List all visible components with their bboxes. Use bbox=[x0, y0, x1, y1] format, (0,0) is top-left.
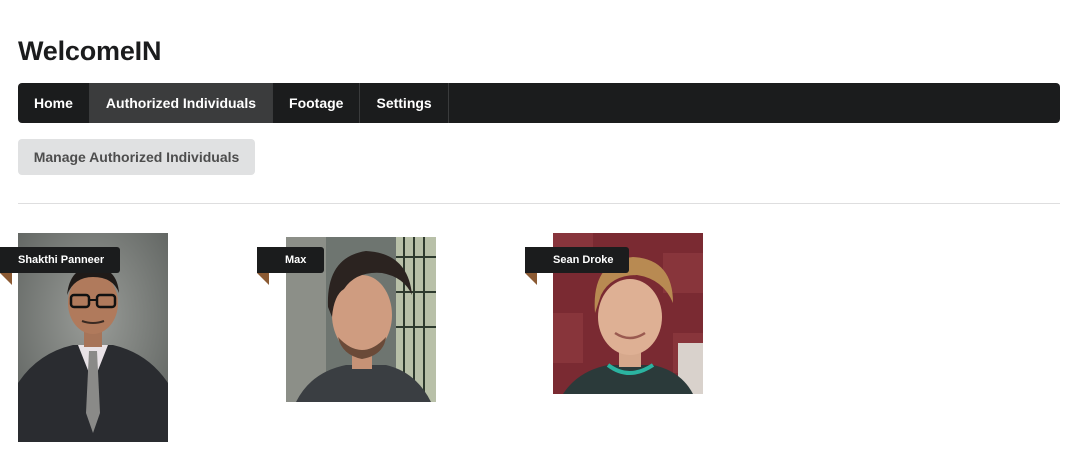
nav-item-authorized-individuals[interactable]: Authorized Individuals bbox=[89, 83, 274, 123]
ribbon-fold bbox=[0, 273, 12, 285]
manage-authorized-individuals-button[interactable]: Manage Authorized Individuals bbox=[18, 139, 255, 175]
nav-item-settings[interactable]: Settings bbox=[360, 83, 449, 123]
individual-name-label: Sean Droke bbox=[525, 247, 629, 273]
individual-name-label: Shakthi Panneer bbox=[0, 247, 120, 273]
main-navbar: Home Authorized Individuals Footage Sett… bbox=[18, 83, 1060, 123]
individual-name: Shakthi Panneer bbox=[18, 254, 105, 266]
individual-name-label: Max bbox=[257, 247, 324, 273]
individual-name: Sean Droke bbox=[553, 254, 614, 266]
individual-card[interactable]: Max bbox=[257, 237, 437, 403]
individual-card[interactable]: Shakthi Panneer bbox=[0, 233, 170, 445]
section-divider bbox=[18, 203, 1060, 204]
nav-item-footage[interactable]: Footage bbox=[273, 83, 361, 123]
ribbon-fold bbox=[257, 273, 269, 285]
ribbon-fold bbox=[525, 273, 537, 285]
individual-card[interactable]: Sean Droke bbox=[525, 233, 705, 395]
app-title: WelcomeIN bbox=[18, 36, 162, 66]
individual-name: Max bbox=[285, 254, 307, 266]
nav-item-home[interactable]: Home bbox=[18, 83, 90, 123]
